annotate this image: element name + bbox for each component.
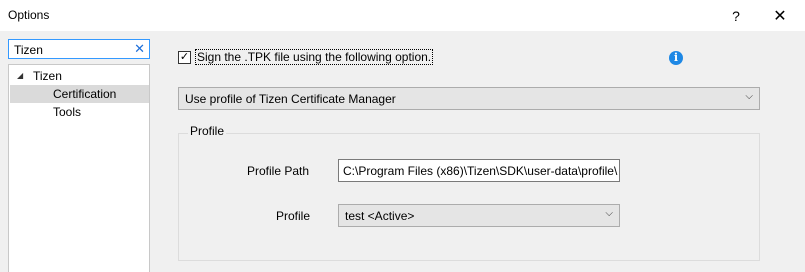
profile-path-label: Profile Path <box>247 164 310 178</box>
profile-select-value: test <Active> <box>345 209 415 223</box>
chevron-down-icon: ⌵ <box>605 208 613 219</box>
title-bar: Options ? ✕ <box>0 0 805 31</box>
profile-path-value: C:\Program Files (x86)\Tizen\SDK\user-da… <box>343 164 618 178</box>
tree-item-certification[interactable]: Certification <box>10 85 149 103</box>
clear-search-icon[interactable]: ✕ <box>134 41 145 57</box>
tree-item-tools[interactable]: Tools <box>9 103 149 121</box>
tree-item-tizen[interactable]: ◢ Tizen <box>9 67 149 85</box>
search-value: Tizen <box>14 43 43 57</box>
profile-source-select[interactable]: Use profile of Tizen Certificate Manager… <box>178 87 760 110</box>
profile-label: Profile <box>276 209 311 223</box>
help-button[interactable]: ? <box>714 0 758 31</box>
tree-item-label: Certification <box>53 87 117 101</box>
profile-path-field[interactable]: C:\Program Files (x86)\Tizen\SDK\user-da… <box>338 159 620 182</box>
close-button[interactable]: ✕ <box>758 0 802 31</box>
profile-group-title: Profile <box>188 124 227 138</box>
chevron-down-icon: ⌵ <box>745 91 753 102</box>
tree-item-label: Tools <box>53 105 82 119</box>
sign-tpk-label[interactable]: Sign the .TPK file using the following o… <box>194 49 434 65</box>
profile-groupbox <box>178 133 760 261</box>
profile-source-value: Use profile of Tizen Certificate Manager <box>185 92 396 106</box>
tree-item-label: Tizen <box>33 69 62 83</box>
profile-select[interactable]: test <Active> ⌵ <box>338 204 620 227</box>
options-navigation: Tizen ✕ ◢ Tizen Certification Tools <box>0 31 160 272</box>
collapse-arrow-icon[interactable]: ◢ <box>17 67 23 85</box>
options-search-input[interactable]: Tizen ✕ <box>8 39 150 59</box>
options-tree: ◢ Tizen Certification Tools <box>8 64 150 272</box>
window-title: Options <box>8 8 50 22</box>
sign-tpk-checkbox[interactable]: ✓ <box>178 51 191 64</box>
info-icon[interactable]: i <box>669 51 683 65</box>
certification-settings-panel: ✓ Sign the .TPK file using the following… <box>160 31 805 272</box>
